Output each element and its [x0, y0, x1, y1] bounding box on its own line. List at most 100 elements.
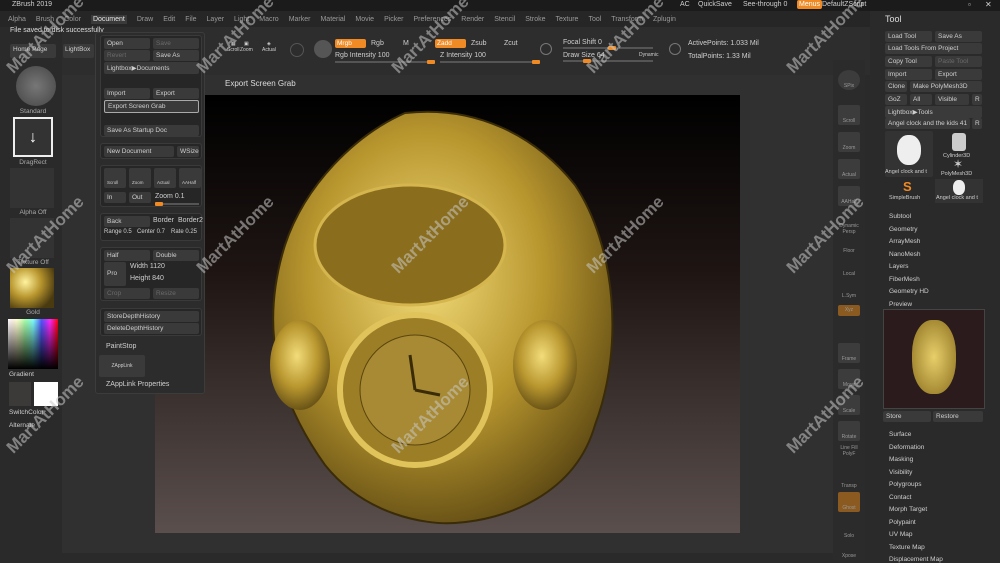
menu-document[interactable]: Document [90, 14, 127, 24]
menu-macro[interactable]: Macro [259, 16, 278, 23]
tool-thumb-simplebrush[interactable]: S SimpleBrush [885, 179, 933, 203]
half-button[interactable]: Half [104, 250, 150, 261]
move-button[interactable]: Move [838, 369, 860, 389]
see-through-slider[interactable]: See-through 0 [743, 1, 787, 8]
export-button[interactable]: Export [935, 69, 982, 80]
gold-material-icon[interactable] [10, 268, 54, 308]
height-slider[interactable]: Height 840 [130, 275, 164, 282]
center-slider[interactable]: Center 0.7 [137, 229, 165, 235]
menu-stencil[interactable]: Stencil [494, 16, 515, 23]
scroll-button[interactable]: Scroll [838, 105, 860, 125]
border-button[interactable]: Border [153, 217, 174, 224]
zoom-button[interactable]: ▣ Zoom [240, 41, 253, 53]
resize-button[interactable]: Resize [153, 288, 199, 299]
texture-map-section[interactable]: Texture Map [889, 544, 925, 551]
clone-button[interactable]: Clone [885, 81, 907, 92]
frame-button[interactable]: Frame [838, 343, 860, 363]
tool-thumb-angel-clock[interactable]: Angel clock and t [885, 131, 933, 177]
store-button[interactable]: Store [883, 411, 931, 422]
visibility-section[interactable]: Visibility [889, 469, 912, 476]
focal-shift-slider[interactable] [563, 46, 653, 50]
scale-button[interactable]: Scale [838, 395, 860, 415]
paste-tool-button[interactable]: Paste Tool [935, 56, 982, 67]
menu-material[interactable]: Material [320, 16, 345, 23]
xpose-button[interactable]: Xpose [838, 540, 860, 560]
polypaint-section[interactable]: Polypaint [889, 519, 916, 526]
zoom-in-button[interactable]: In [104, 192, 126, 203]
zoom-value[interactable]: Zoom 0.1 [155, 193, 185, 200]
scroll-button[interactable]: ▦ Scroll [227, 41, 240, 53]
floor-button[interactable]: Floor [838, 235, 860, 255]
border2-button[interactable]: Border2 [178, 217, 203, 224]
lightbox-button[interactable]: LightBox [63, 44, 94, 58]
lsym-button[interactable]: L.Sym [838, 280, 860, 300]
double-button[interactable]: Double [153, 250, 199, 261]
menu-render[interactable]: Render [461, 16, 484, 23]
menu-draw[interactable]: Draw [137, 16, 153, 23]
dynamic-button[interactable]: Dynamic [639, 52, 658, 58]
paintstop-button[interactable]: PaintStop [106, 343, 136, 350]
menu-tool[interactable]: Tool [588, 16, 601, 23]
spix-button[interactable]: SPix [838, 70, 860, 90]
load-tool-button[interactable]: Load Tool [885, 31, 932, 42]
copy-tool-button[interactable]: Copy Tool [885, 56, 932, 67]
menu-layer[interactable]: Layer [207, 16, 225, 23]
color-picker[interactable] [8, 319, 58, 369]
goz-button[interactable]: GoZ [885, 94, 907, 105]
surface-section[interactable]: Surface [889, 431, 911, 438]
menu-preferences[interactable]: Preferences [414, 16, 452, 23]
brush-standard-icon[interactable] [16, 66, 56, 106]
menu-movie[interactable]: Movie [355, 16, 374, 23]
zoom-button[interactable]: Zoom [129, 168, 151, 188]
save-as-startup-button[interactable]: Save As Startup Doc [104, 125, 199, 136]
arraymesh-section[interactable]: ArrayMesh [889, 238, 920, 245]
scroll-button[interactable]: Scroll [104, 168, 126, 188]
all-button[interactable]: All [910, 94, 932, 105]
store-depth-history-button[interactable]: StoreDepthHistory [104, 311, 199, 322]
crop-button[interactable]: Crop [104, 288, 150, 299]
preview-window[interactable] [883, 309, 985, 409]
actual-button[interactable]: ◈ Actual [262, 41, 276, 53]
displacement-map-section[interactable]: Displacement Map [889, 556, 943, 563]
document-canvas[interactable] [155, 95, 740, 533]
polygroups-section[interactable]: Polygroups [889, 481, 922, 488]
primary-color-swatch[interactable] [34, 382, 58, 406]
focal-brush-icon[interactable] [540, 43, 552, 55]
mrgb-button[interactable]: Mrgb [335, 39, 366, 48]
alpha-off-button[interactable] [10, 168, 54, 208]
zapplink-properties[interactable]: ZAppLink Properties [106, 381, 169, 388]
restore-button[interactable]: Restore [933, 411, 983, 422]
menu-texture[interactable]: Texture [555, 16, 578, 23]
wsize-button[interactable]: WSize [177, 146, 199, 157]
persp-button[interactable]: Dynamic Persp [838, 210, 860, 235]
delete-depth-history-button[interactable]: DeleteDepthHistory [104, 323, 199, 334]
menu-picker[interactable]: Picker [384, 16, 403, 23]
menu-alpha[interactable]: Alpha [8, 16, 26, 23]
zoom-out-button[interactable]: Out [129, 192, 151, 203]
ac-button[interactable]: AC [680, 1, 690, 8]
default-script-button[interactable]: DefaultZScript [822, 1, 866, 8]
menu-stroke[interactable]: Stroke [525, 16, 545, 23]
visible-button[interactable]: Visible [935, 94, 969, 105]
current-tool-slider[interactable]: Angel clock and the kids 41 [885, 118, 970, 129]
menu-transform[interactable]: Transform [611, 16, 643, 23]
revert-button[interactable]: Revert [104, 50, 150, 61]
zoom-button[interactable]: Zoom [838, 132, 860, 152]
lightbox-documents-button[interactable]: Lightbox▶Documents [104, 62, 199, 74]
menu-zplugin[interactable]: Zplugin [653, 16, 676, 23]
m-button[interactable]: M [403, 40, 409, 47]
import-button[interactable]: Import [104, 88, 150, 99]
geometry-hd-section[interactable]: Geometry HD [889, 288, 929, 295]
load-from-project-button[interactable]: Load Tools From Project [885, 43, 982, 54]
dragrect-stroke-icon[interactable]: ↓ [13, 117, 53, 157]
save-as-button[interactable]: Save As [935, 31, 982, 42]
menu-light[interactable]: Light [234, 16, 249, 23]
deformation-section[interactable]: Deformation [889, 444, 924, 451]
menu-color[interactable]: Color [64, 16, 81, 23]
zapplink-button[interactable]: ZAppLink [99, 355, 145, 377]
transp-button[interactable]: Transp [838, 470, 860, 490]
r-button[interactable]: R [972, 94, 982, 105]
menu-brush[interactable]: Brush [36, 16, 54, 23]
menu-edit[interactable]: Edit [163, 16, 175, 23]
uv-map-section[interactable]: UV Map [889, 531, 912, 538]
